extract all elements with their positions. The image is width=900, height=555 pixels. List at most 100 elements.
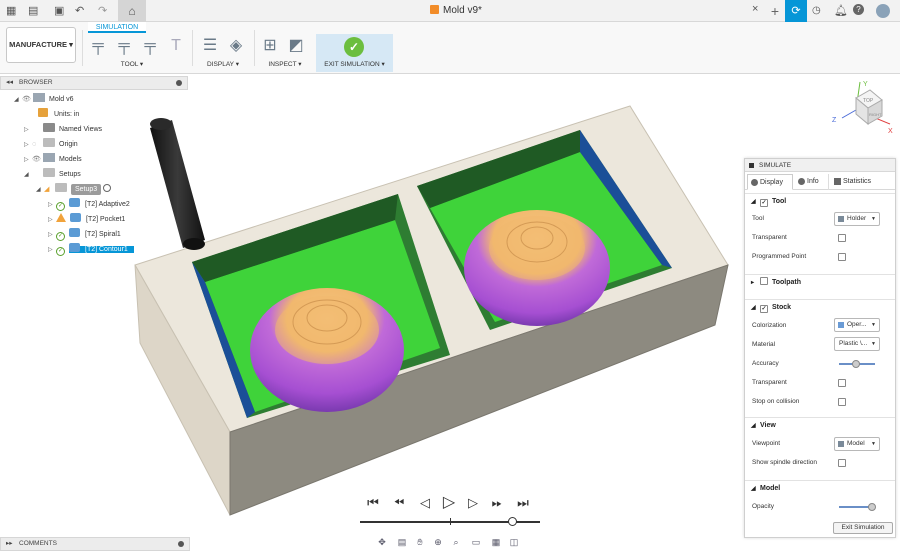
close-tab-icon[interactable]: ×	[752, 3, 758, 15]
show-spindle-checkbox[interactable]	[838, 459, 846, 467]
skip-start-icon[interactable]: ⏮︎	[364, 494, 382, 512]
zoom-icon[interactable]: ⊕	[432, 536, 444, 548]
exit-simulation-button[interactable]: Exit Simulation	[833, 522, 893, 534]
programmed-point-checkbox[interactable]	[838, 253, 846, 261]
panel-pin-icon[interactable]	[176, 80, 182, 86]
tool-ball-icon[interactable]: ╤	[140, 36, 160, 56]
simulate-panel-header[interactable]: SIMULATE	[745, 159, 895, 172]
tool-shank-icon[interactable]: T	[166, 36, 186, 56]
save-icon[interactable]: ▣	[54, 4, 64, 18]
stock-checkbox[interactable]: ✓	[760, 305, 768, 313]
viewpoint-select[interactable]: Model ▼	[834, 437, 880, 451]
avatar[interactable]	[876, 4, 890, 18]
opacity-slider-knob[interactable]	[867, 503, 876, 511]
section-stock[interactable]: ◢ ✓ Stock	[745, 299, 895, 314]
colorization-select[interactable]: Oper... ▼	[834, 318, 880, 332]
playback-controls: ⏮︎ ⏪︎ ◁ ▷ ▷ ⏩︎ ⏭︎	[360, 492, 540, 528]
tree-item-spiral1[interactable]: ▷ ✓ [T2] Spiral1	[48, 228, 121, 242]
ribbon-divider	[192, 30, 193, 66]
viewports-icon[interactable]: ◫	[508, 536, 520, 548]
opacity-slider[interactable]	[839, 503, 876, 511]
material-select[interactable]: Plastic \... ▼	[834, 337, 880, 351]
look-at-icon[interactable]: ▤	[396, 536, 408, 548]
stock-transparent-checkbox[interactable]	[838, 379, 846, 387]
skip-end-icon[interactable]: ⏭︎	[514, 494, 532, 512]
step-back-icon[interactable]: ◁	[416, 494, 434, 512]
workspace-switcher[interactable]: MANUFACTURE ▾	[6, 27, 76, 63]
orbit-icon[interactable]: ✥	[376, 536, 388, 548]
tree-item-units[interactable]: Units: in	[38, 108, 79, 122]
next-move-icon[interactable]: ⏩︎	[488, 494, 506, 512]
viewcube[interactable]: Y Z X TOP RIGHT	[830, 78, 898, 138]
visibility-icon[interactable]: ◌	[32, 138, 43, 152]
tool-checkbox[interactable]: ✓	[760, 199, 768, 207]
step-forward-icon[interactable]: ▷	[464, 494, 482, 512]
simulate-panel: SIMULATE Display Info Statistics ◢ ✓ Tool …	[744, 158, 896, 538]
pan-icon[interactable]: ✋︎	[414, 536, 426, 548]
play-icon[interactable]: ▷	[440, 494, 458, 512]
undo-icon[interactable]: ↶	[75, 4, 84, 18]
accuracy-slider-knob[interactable]	[851, 360, 860, 368]
new-tab-icon[interactable]: +	[767, 2, 783, 20]
inspect-measure-icon[interactable]: ⊞	[260, 36, 280, 56]
collapse-icon[interactable]: ◂◂	[6, 77, 13, 89]
tree-item-models[interactable]: ▷ 👁︎ Models	[24, 153, 82, 167]
redo-icon[interactable]: ↷	[98, 4, 107, 18]
tree-item-contour1[interactable]: ▷ ✓ [T2] Contour1	[48, 243, 134, 257]
tab-simulation[interactable]: SIMULATION	[88, 22, 146, 33]
tab-statistics[interactable]: Statistics	[831, 174, 881, 190]
tool-group-label[interactable]: TOOL ▾	[112, 60, 152, 68]
accuracy-slider[interactable]	[839, 360, 875, 368]
section-tool[interactable]: ◢ ✓ Tool	[745, 193, 895, 208]
document-title: Mold v9*	[443, 5, 482, 16]
programmed-point-label: Programmed Point	[752, 253, 807, 260]
timeline-scrubber[interactable]	[507, 517, 517, 526]
tree-item-pocket1[interactable]: ▷ [T2] Pocket1	[48, 213, 125, 227]
panel-pin-icon[interactable]	[178, 541, 184, 547]
previous-move-icon[interactable]: ⏪︎	[390, 494, 408, 512]
visibility-icon[interactable]: 👁︎	[32, 153, 43, 167]
section-view[interactable]: ◢ View	[745, 417, 895, 432]
tool-endmill-icon[interactable]: ╤	[114, 36, 134, 56]
tree-item-adaptive2[interactable]: ▷ ✓ [T2] Adaptive2	[48, 198, 130, 212]
inspect-section-icon[interactable]: ◩	[286, 36, 306, 56]
grid-settings-icon[interactable]: ▦	[490, 536, 502, 548]
tree-item-named-views[interactable]: ▷ Named Views	[24, 123, 102, 137]
operation-icon	[69, 228, 80, 237]
comments-panel[interactable]: ▸▸ COMMENTS	[0, 537, 190, 551]
models-icon	[43, 153, 55, 162]
exit-simulation-label[interactable]: EXIT SIMULATION ▾	[316, 60, 393, 68]
tree-item-origin[interactable]: ▷ ◌ Origin	[24, 138, 78, 152]
zoom-window-icon[interactable]: ⌕	[450, 536, 462, 548]
operation-icon	[69, 198, 80, 207]
refresh-icon[interactable]: ⟳	[785, 0, 807, 22]
toolpath-checkbox[interactable]	[760, 277, 768, 285]
display-list-icon[interactable]: ☰	[200, 36, 220, 56]
visibility-icon[interactable]: 👁︎	[22, 93, 33, 107]
notifications-icon[interactable]: 🔔︎	[834, 4, 848, 18]
tool-select[interactable]: Holder ▼	[834, 212, 880, 226]
clock-icon[interactable]: ◷	[812, 4, 821, 18]
browser-header[interactable]: ◂◂ BROWSER	[0, 76, 188, 90]
tab-display[interactable]: Display	[747, 174, 793, 190]
section-model[interactable]: ◢ Model	[745, 480, 895, 495]
tab-info[interactable]: Info	[795, 174, 829, 190]
inspect-group-label[interactable]: INSPECT ▾	[262, 60, 308, 68]
grid-menu-icon[interactable]: ▦	[6, 4, 16, 18]
simulation-timeline[interactable]	[360, 517, 540, 526]
display-group-label[interactable]: DISPLAY ▾	[200, 60, 246, 68]
file-icon[interactable]: ▤	[28, 4, 38, 18]
tree-item-setups[interactable]: ◢ Setups	[24, 168, 81, 182]
home-icon[interactable]: ⌂	[118, 0, 146, 22]
expand-icon[interactable]: ▸▸	[6, 538, 13, 550]
display-settings-icon[interactable]: ▭	[470, 536, 482, 548]
tool-holder-icon[interactable]: ╤	[88, 36, 108, 56]
help-icon[interactable]: ?	[853, 4, 864, 15]
tree-item-root[interactable]: ◢ 👁︎ Mold v6	[14, 93, 74, 107]
section-toolpath[interactable]: ▸ Toolpath	[745, 274, 895, 289]
tree-item-setup3[interactable]: ◢ ◢ Setup3	[36, 183, 112, 197]
stop-on-collision-checkbox[interactable]	[838, 398, 846, 406]
display-stock-icon[interactable]: ◈	[226, 36, 246, 56]
tool-transparent-checkbox[interactable]	[838, 234, 846, 242]
document-tab[interactable]: Mold v9*	[430, 4, 482, 18]
